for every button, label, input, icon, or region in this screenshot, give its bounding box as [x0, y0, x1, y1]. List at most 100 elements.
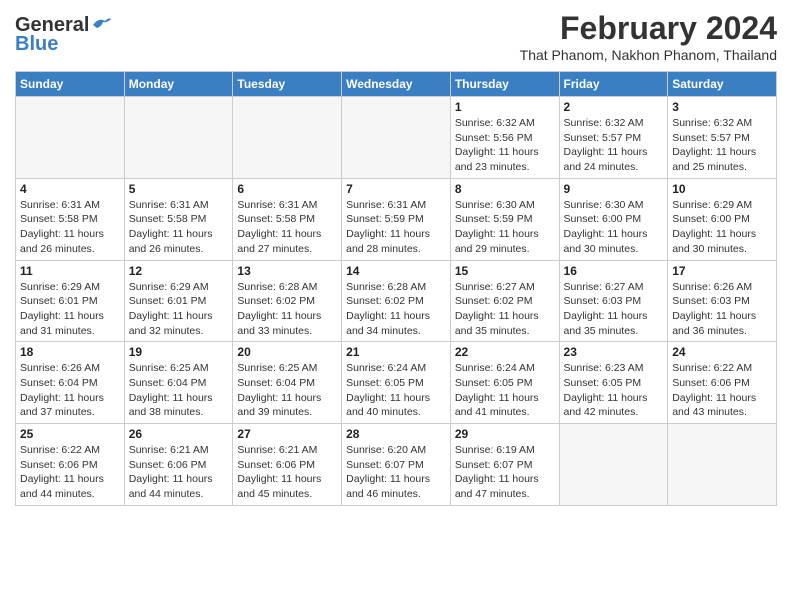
day-number: 7	[346, 182, 446, 196]
day-info: Sunrise: 6:22 AMSunset: 6:06 PMDaylight:…	[672, 361, 772, 420]
calendar-cell: 21 Sunrise: 6:24 AMSunset: 6:05 PMDayligh…	[342, 342, 451, 424]
day-number: 1	[455, 100, 555, 114]
title-section: February 2024 That Phanom, Nakhon Phanom…	[520, 10, 777, 63]
day-number: 24	[672, 345, 772, 359]
calendar-header-row: SundayMondayTuesdayWednesdayThursdayFrid…	[16, 72, 777, 97]
calendar-cell: 24 Sunrise: 6:22 AMSunset: 6:06 PMDayligh…	[668, 342, 777, 424]
day-number: 9	[564, 182, 664, 196]
week-row-3: 11 Sunrise: 6:29 AMSunset: 6:01 PMDayligh…	[16, 260, 777, 342]
day-info: Sunrise: 6:23 AMSunset: 6:05 PMDaylight:…	[564, 361, 664, 420]
calendar-table: SundayMondayTuesdayWednesdayThursdayFrid…	[15, 71, 777, 506]
week-row-4: 18 Sunrise: 6:26 AMSunset: 6:04 PMDayligh…	[16, 342, 777, 424]
day-number: 2	[564, 100, 664, 114]
day-number: 14	[346, 264, 446, 278]
day-info: Sunrise: 6:27 AMSunset: 6:03 PMDaylight:…	[564, 280, 664, 339]
day-of-week-saturday: Saturday	[668, 72, 777, 97]
calendar-cell: 14 Sunrise: 6:28 AMSunset: 6:02 PMDayligh…	[342, 260, 451, 342]
day-info: Sunrise: 6:32 AMSunset: 5:57 PMDaylight:…	[672, 116, 772, 175]
calendar-cell: 3 Sunrise: 6:32 AMSunset: 5:57 PMDaylight…	[668, 97, 777, 179]
calendar-title: February 2024	[520, 10, 777, 47]
calendar-cell: 13 Sunrise: 6:28 AMSunset: 6:02 PMDayligh…	[233, 260, 342, 342]
day-info: Sunrise: 6:31 AMSunset: 5:59 PMDaylight:…	[346, 198, 446, 257]
day-of-week-monday: Monday	[124, 72, 233, 97]
day-info: Sunrise: 6:21 AMSunset: 6:06 PMDaylight:…	[129, 443, 229, 502]
calendar-subtitle: That Phanom, Nakhon Phanom, Thailand	[520, 47, 777, 63]
calendar-cell: 18 Sunrise: 6:26 AMSunset: 6:04 PMDayligh…	[16, 342, 125, 424]
day-info: Sunrise: 6:31 AMSunset: 5:58 PMDaylight:…	[20, 198, 120, 257]
calendar-cell: 2 Sunrise: 6:32 AMSunset: 5:57 PMDaylight…	[559, 97, 668, 179]
day-info: Sunrise: 6:30 AMSunset: 5:59 PMDaylight:…	[455, 198, 555, 257]
day-number: 13	[237, 264, 337, 278]
day-info: Sunrise: 6:20 AMSunset: 6:07 PMDaylight:…	[346, 443, 446, 502]
day-of-week-sunday: Sunday	[16, 72, 125, 97]
day-number: 15	[455, 264, 555, 278]
day-of-week-tuesday: Tuesday	[233, 72, 342, 97]
day-number: 16	[564, 264, 664, 278]
calendar-cell: 12 Sunrise: 6:29 AMSunset: 6:01 PMDayligh…	[124, 260, 233, 342]
calendar-cell: 15 Sunrise: 6:27 AMSunset: 6:02 PMDayligh…	[450, 260, 559, 342]
day-info: Sunrise: 6:31 AMSunset: 5:58 PMDaylight:…	[129, 198, 229, 257]
day-number: 5	[129, 182, 229, 196]
calendar-cell: 22Sunrise: 6:24 AMSunset: 6:05 PMDayligh…	[450, 342, 559, 424]
day-number: 18	[20, 345, 120, 359]
calendar-cell: 23 Sunrise: 6:23 AMSunset: 6:05 PMDayligh…	[559, 342, 668, 424]
calendar-cell: 27 Sunrise: 6:21 AMSunset: 6:06 PMDayligh…	[233, 424, 342, 506]
day-of-week-friday: Friday	[559, 72, 668, 97]
calendar-cell	[233, 97, 342, 179]
day-number: 29	[455, 427, 555, 441]
calendar-cell	[124, 97, 233, 179]
day-info: Sunrise: 6:22 AMSunset: 6:06 PMDaylight:…	[20, 443, 120, 502]
calendar-cell: 4Sunrise: 6:31 AMSunset: 5:58 PMDaylight…	[16, 178, 125, 260]
day-number: 21	[346, 345, 446, 359]
day-info: Sunrise: 6:19 AMSunset: 6:07 PMDaylight:…	[455, 443, 555, 502]
day-number: 20	[237, 345, 337, 359]
day-number: 8	[455, 182, 555, 196]
day-info: Sunrise: 6:28 AMSunset: 6:02 PMDaylight:…	[237, 280, 337, 339]
calendar-cell	[16, 97, 125, 179]
logo: General Blue	[15, 10, 113, 56]
day-info: Sunrise: 6:29 AMSunset: 6:01 PMDaylight:…	[20, 280, 120, 339]
calendar-cell: 6 Sunrise: 6:31 AMSunset: 5:58 PMDaylight…	[233, 178, 342, 260]
day-info: Sunrise: 6:31 AMSunset: 5:58 PMDaylight:…	[237, 198, 337, 257]
week-row-1: 1Sunrise: 6:32 AMSunset: 5:56 PMDaylight…	[16, 97, 777, 179]
calendar-cell	[559, 424, 668, 506]
day-number: 11	[20, 264, 120, 278]
day-of-week-wednesday: Wednesday	[342, 72, 451, 97]
day-number: 6	[237, 182, 337, 196]
day-info: Sunrise: 6:30 AMSunset: 6:00 PMDaylight:…	[564, 198, 664, 257]
calendar-cell: 9 Sunrise: 6:30 AMSunset: 6:00 PMDaylight…	[559, 178, 668, 260]
day-number: 23	[564, 345, 664, 359]
day-info: Sunrise: 6:29 AMSunset: 6:01 PMDaylight:…	[129, 280, 229, 339]
week-row-2: 4Sunrise: 6:31 AMSunset: 5:58 PMDaylight…	[16, 178, 777, 260]
calendar-cell: 20Sunrise: 6:25 AMSunset: 6:04 PMDayligh…	[233, 342, 342, 424]
day-number: 27	[237, 427, 337, 441]
day-info: Sunrise: 6:27 AMSunset: 6:02 PMDaylight:…	[455, 280, 555, 339]
day-number: 17	[672, 264, 772, 278]
calendar-cell: 25 Sunrise: 6:22 AMSunset: 6:06 PMDayligh…	[16, 424, 125, 506]
calendar-cell	[668, 424, 777, 506]
day-number: 19	[129, 345, 229, 359]
week-row-5: 25 Sunrise: 6:22 AMSunset: 6:06 PMDayligh…	[16, 424, 777, 506]
day-number: 3	[672, 100, 772, 114]
day-info: Sunrise: 6:32 AMSunset: 5:57 PMDaylight:…	[564, 116, 664, 175]
day-of-week-thursday: Thursday	[450, 72, 559, 97]
day-info: Sunrise: 6:28 AMSunset: 6:02 PMDaylight:…	[346, 280, 446, 339]
page-header: General Blue February 2024 That Phanom, …	[15, 10, 777, 63]
day-number: 12	[129, 264, 229, 278]
calendar-cell: 26 Sunrise: 6:21 AMSunset: 6:06 PMDayligh…	[124, 424, 233, 506]
calendar-cell: 7 Sunrise: 6:31 AMSunset: 5:59 PMDaylight…	[342, 178, 451, 260]
day-info: Sunrise: 6:21 AMSunset: 6:06 PMDaylight:…	[237, 443, 337, 502]
day-number: 28	[346, 427, 446, 441]
calendar-cell: 11 Sunrise: 6:29 AMSunset: 6:01 PMDayligh…	[16, 260, 125, 342]
day-info: Sunrise: 6:26 AMSunset: 6:04 PMDaylight:…	[20, 361, 120, 420]
day-number: 10	[672, 182, 772, 196]
day-info: Sunrise: 6:24 AMSunset: 6:05 PMDaylight:…	[455, 361, 555, 420]
calendar-cell: 28 Sunrise: 6:20 AMSunset: 6:07 PMDayligh…	[342, 424, 451, 506]
calendar-cell: 16 Sunrise: 6:27 AMSunset: 6:03 PMDayligh…	[559, 260, 668, 342]
calendar-cell: 10Sunrise: 6:29 AMSunset: 6:00 PMDayligh…	[668, 178, 777, 260]
day-number: 25	[20, 427, 120, 441]
day-info: Sunrise: 6:24 AMSunset: 6:05 PMDaylight:…	[346, 361, 446, 420]
calendar-cell: 8 Sunrise: 6:30 AMSunset: 5:59 PMDaylight…	[450, 178, 559, 260]
day-number: 26	[129, 427, 229, 441]
calendar-cell: 17Sunrise: 6:26 AMSunset: 6:03 PMDayligh…	[668, 260, 777, 342]
